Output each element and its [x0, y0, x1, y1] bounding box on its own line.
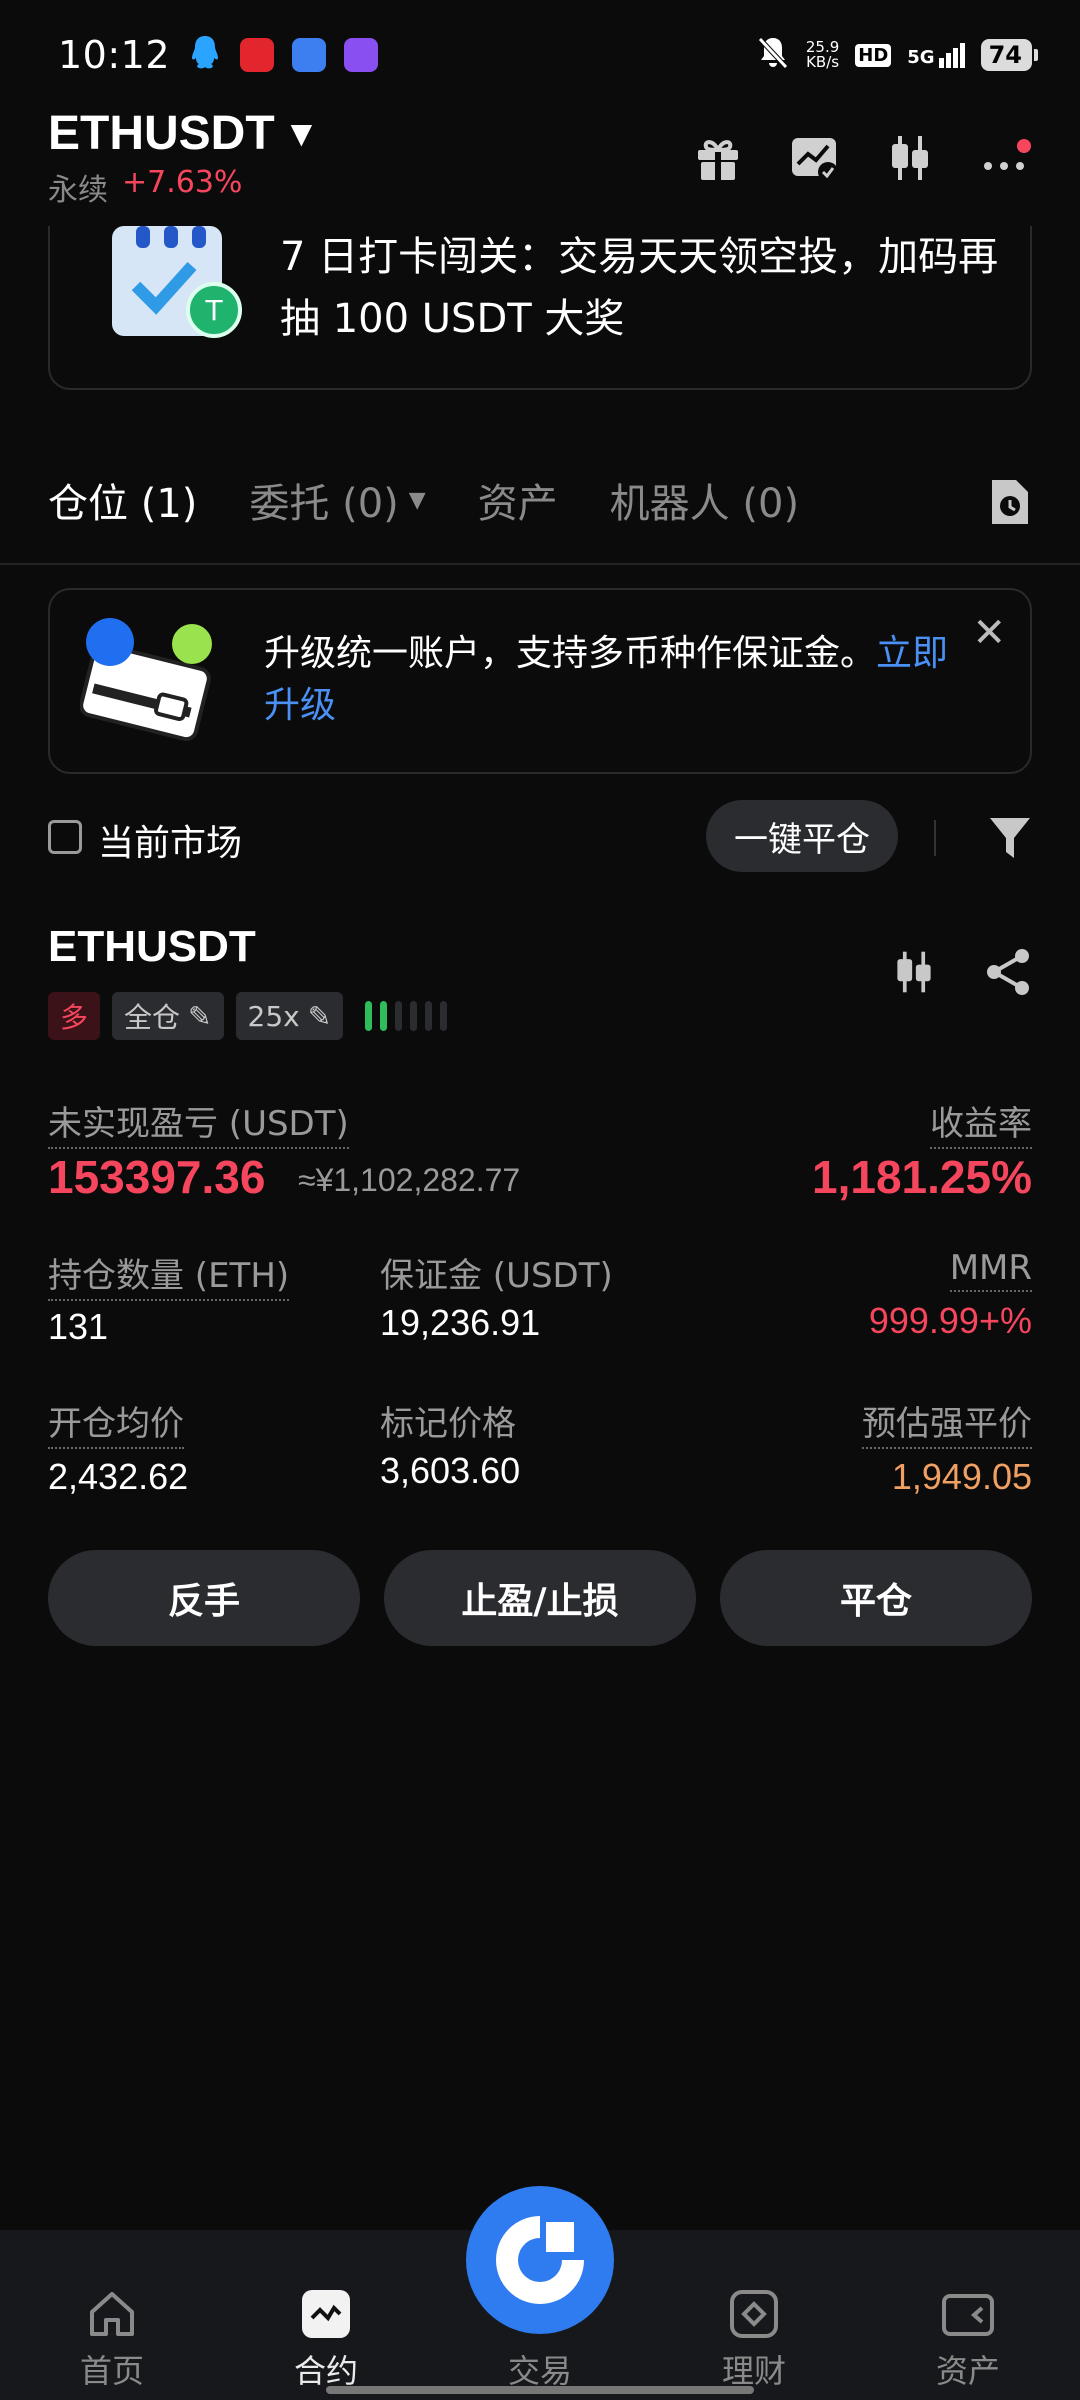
size-value: 131 [48, 1306, 109, 1347]
wallet-icon[interactable] [942, 2288, 994, 2340]
liq-price-label[interactable]: 预估强平价 [862, 1396, 1032, 1449]
filter-icon[interactable] [988, 814, 1032, 862]
qq-icon [188, 34, 222, 76]
liq-price-value: 1,949.05 [891, 1456, 1032, 1497]
filter-row: 当前市场 一键平仓 [48, 800, 1032, 874]
promo-banner[interactable]: T 7 日打卡闯关：交易天天领空投，加码再抽 100 USDT 大奖 [48, 226, 1032, 390]
position-symbol[interactable]: ETHUSDT [48, 922, 256, 972]
mmr-label[interactable]: MMR [949, 1248, 1032, 1292]
earn-icon[interactable] [728, 2288, 780, 2340]
margin-value: 19,236.91 [380, 1302, 541, 1343]
status-bar: 10:12 25.9 KB/s HD 5G 74 [0, 0, 1080, 110]
close-position-button[interactable]: 平仓 [720, 1550, 1032, 1646]
trade-button[interactable] [466, 2186, 614, 2334]
nav-assets[interactable]: 资产 [888, 2230, 1048, 2400]
tab-assets[interactable]: 资产 [478, 471, 558, 529]
taobao-icon [240, 38, 275, 72]
leverage-badge[interactable]: 25x ✎ [235, 992, 344, 1040]
tabs-divider [0, 563, 1080, 565]
margin-label: 保证金 (USDT) [380, 1256, 613, 1296]
close-icon[interactable]: ✕ [972, 610, 1006, 656]
mark-price-label: 标记价格 [380, 1404, 516, 1444]
svg-text:T: T [204, 294, 223, 327]
caret-down-icon[interactable]: ▼ [291, 117, 313, 150]
net-speed: 25.9 KB/s [805, 38, 840, 71]
infinity-app-icon [344, 38, 379, 72]
shield-app-icon [292, 38, 327, 72]
upgrade-text: 升级统一账户，支持多币种作保证金。立即升级 [264, 633, 949, 726]
position-tabs: 仓位 (1) 委托 (0) ▼ 资产 机器人 (0) [48, 470, 1032, 530]
mmr-value: 999.99+% [868, 1300, 1032, 1341]
gift-icon[interactable] [692, 132, 744, 184]
current-market-label[interactable]: 当前市场 [98, 814, 242, 866]
unrealized-pnl-value: 153397.36 [48, 1151, 266, 1203]
size-label[interactable]: 持仓数量 (ETH) [48, 1248, 290, 1301]
roe-value: 1,181.25% [812, 1151, 1032, 1203]
risk-level-bars [365, 1001, 448, 1031]
share-icon[interactable] [984, 948, 1032, 1000]
upgrade-account-card: 升级统一账户，支持多币种作保证金。立即升级 ✕ [48, 588, 1032, 774]
battery-indicator: 74 [980, 39, 1039, 71]
tab-bots[interactable]: 机器人 (0) [610, 471, 799, 529]
signal-icon: 5G [907, 42, 965, 68]
reverse-button[interactable]: 反手 [48, 1550, 360, 1646]
nav-earn[interactable]: 理财 [674, 2230, 834, 2400]
edit-icon[interactable]: ✎ [308, 1000, 331, 1033]
tab-positions[interactable]: 仓位 (1) [48, 471, 197, 529]
edit-icon[interactable]: ✎ [188, 1000, 211, 1033]
home-icon[interactable] [86, 2288, 138, 2340]
entry-price-label[interactable]: 开仓均价 [48, 1396, 184, 1449]
roe-label[interactable]: 收益率 [930, 1096, 1032, 1149]
caret-down-icon[interactable]: ▼ [409, 488, 426, 513]
nav-futures[interactable]: 合约 [246, 2230, 406, 2400]
futures-icon[interactable] [300, 2288, 352, 2340]
home-indicator [326, 2386, 754, 2394]
close-all-button[interactable]: 一键平仓 [706, 800, 898, 872]
more-icon[interactable] [980, 132, 1032, 184]
checkin-illustration-icon: T [106, 226, 242, 346]
promo-text[interactable]: 7 日打卡闯关：交易天天领空投，加码再抽 100 USDT 大奖 [280, 226, 1000, 350]
symbol-title[interactable]: ETHUSDT [48, 106, 275, 161]
trade-logo-icon[interactable] [466, 2186, 614, 2334]
unrealized-pnl-cny: ≈¥1,102,282.77 [298, 1162, 521, 1198]
position-tags: 多 全仓 ✎ 25x ✎ [48, 992, 448, 1040]
mute-bell-icon [756, 35, 790, 75]
tab-orders[interactable]: 委托 (0) ▼ [249, 471, 425, 529]
position-actions: 反手 止盈/止损 平仓 [48, 1550, 1032, 1646]
margin-mode-badge[interactable]: 全仓 ✎ [112, 992, 224, 1040]
candlestick-icon[interactable] [890, 948, 938, 1000]
price-change: +7.63% [122, 165, 243, 200]
history-document-icon[interactable] [988, 476, 1032, 528]
wallet-illustration-icon [79, 616, 220, 746]
side-badge: 多 [48, 992, 101, 1040]
market-header: ETHUSDT ▼ 永续 +7.63% [48, 106, 1032, 226]
chart-check-icon[interactable] [788, 132, 840, 184]
contract-type: 永续 [48, 173, 108, 208]
current-market-checkbox[interactable] [48, 820, 82, 854]
unrealized-pnl-label[interactable]: 未实现盈亏 (USDT) [48, 1096, 349, 1149]
status-time: 10:12 [58, 33, 171, 77]
mark-price-value: 3,603.60 [380, 1450, 521, 1491]
hd-badge: HD [855, 43, 892, 67]
entry-price-value: 2,432.62 [48, 1456, 189, 1497]
nav-home[interactable]: 首页 [32, 2230, 192, 2400]
divider [934, 820, 936, 856]
tp-sl-button[interactable]: 止盈/止损 [384, 1550, 696, 1646]
candlestick-icon[interactable] [884, 132, 936, 184]
